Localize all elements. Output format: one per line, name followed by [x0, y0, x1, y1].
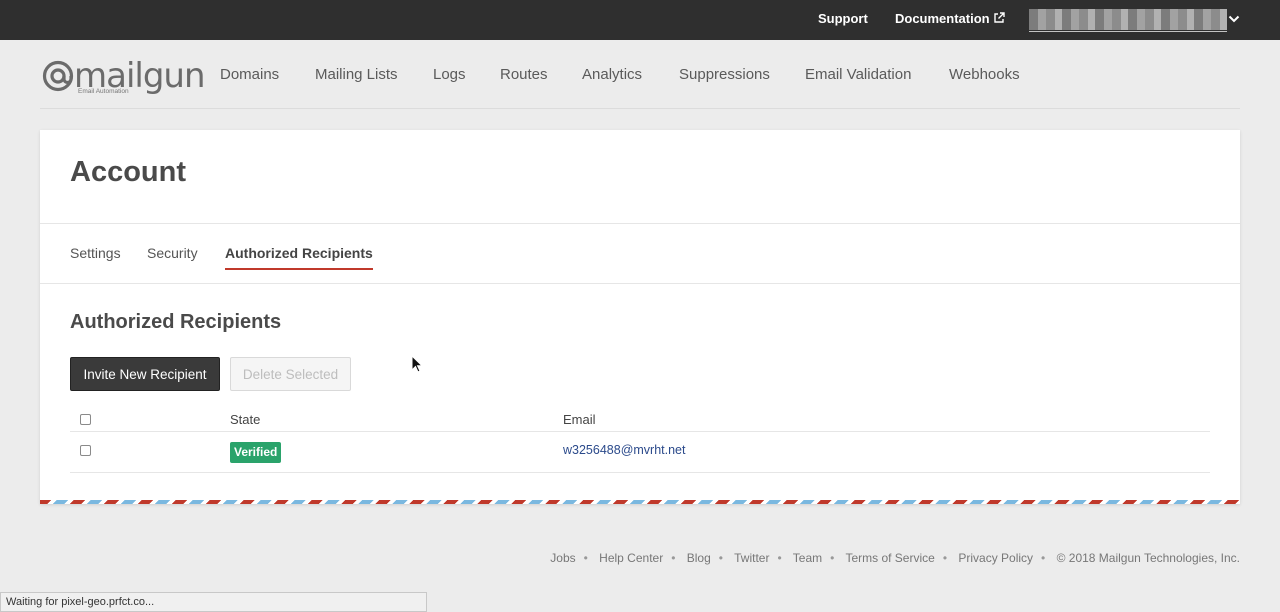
- at-sign-icon: [42, 60, 74, 92]
- header-row-divider: [70, 431, 1210, 432]
- account-card: Account Settings Security Authorized Rec…: [40, 130, 1240, 504]
- footer-separator: •: [583, 551, 588, 565]
- documentation-label: Documentation: [895, 11, 990, 26]
- footer-separator: •: [671, 551, 676, 565]
- nav-suppressions[interactable]: Suppressions: [679, 66, 770, 83]
- footer-link-blog[interactable]: Blog: [687, 551, 711, 565]
- footer-link-team[interactable]: Team: [793, 551, 822, 565]
- documentation-link[interactable]: Documentation: [895, 11, 1005, 26]
- nav-logs[interactable]: Logs: [433, 66, 466, 83]
- footer-copyright: © 2018 Mailgun Technologies, Inc.: [1056, 551, 1240, 565]
- brand-tagline: Email Automation: [78, 88, 129, 95]
- section-title: Authorized Recipients: [70, 311, 282, 333]
- nav-domains[interactable]: Domains: [220, 66, 279, 83]
- select-all-checkbox[interactable]: [80, 414, 91, 425]
- footer: Jobs • Help Center • Blog • Twitter • Team • …: [550, 551, 1240, 565]
- footer-separator: •: [718, 551, 723, 565]
- footer-link-terms[interactable]: Terms of Service: [845, 551, 934, 565]
- mailgun-logo[interactable]: mailgun Email Automation: [42, 56, 206, 98]
- account-menu-redacted[interactable]: [1029, 9, 1227, 32]
- header-divider: [40, 108, 1240, 109]
- external-link-icon: [993, 12, 1005, 23]
- tab-authorized-recipients[interactable]: Authorized Recipients: [225, 245, 373, 270]
- footer-link-help-center[interactable]: Help Center: [599, 551, 663, 565]
- airmail-stripe: [40, 500, 1240, 504]
- invite-new-recipient-button[interactable]: Invite New Recipient: [70, 357, 220, 391]
- nav-analytics[interactable]: Analytics: [582, 66, 642, 83]
- footer-link-jobs[interactable]: Jobs: [550, 551, 575, 565]
- mouse-cursor-icon: [411, 355, 423, 373]
- tabs-divider: [40, 283, 1240, 284]
- footer-separator: •: [1041, 551, 1046, 565]
- tab-security[interactable]: Security: [147, 245, 198, 261]
- footer-separator: •: [942, 551, 948, 565]
- nav-webhooks[interactable]: Webhooks: [949, 66, 1020, 83]
- top-bar: Support Documentation: [0, 0, 1280, 40]
- nav-mailing-lists[interactable]: Mailing Lists: [315, 66, 398, 83]
- support-link[interactable]: Support: [818, 11, 868, 26]
- delete-selected-button[interactable]: Delete Selected: [230, 357, 351, 391]
- status-badge: Verified: [230, 442, 282, 463]
- column-header-email: Email: [563, 412, 596, 427]
- nav-routes[interactable]: Routes: [500, 66, 548, 83]
- browser-status-bar: Waiting for pixel-geo.prfct.co...: [0, 592, 427, 612]
- page-title: Account: [70, 156, 186, 188]
- nav-email-validation[interactable]: Email Validation: [805, 66, 911, 83]
- tab-settings[interactable]: Settings: [70, 245, 121, 261]
- footer-link-twitter[interactable]: Twitter: [734, 551, 769, 565]
- chevron-down-icon[interactable]: [1228, 13, 1240, 25]
- footer-separator: •: [777, 551, 782, 565]
- row-divider: [70, 472, 1210, 473]
- title-divider: [40, 223, 1240, 224]
- recipient-email-link[interactable]: w3256488@mvrht.net: [563, 443, 685, 457]
- footer-separator: •: [830, 551, 835, 565]
- column-header-state: State: [230, 412, 261, 427]
- footer-link-privacy[interactable]: Privacy Policy: [958, 551, 1033, 565]
- row-checkbox[interactable]: [80, 445, 91, 456]
